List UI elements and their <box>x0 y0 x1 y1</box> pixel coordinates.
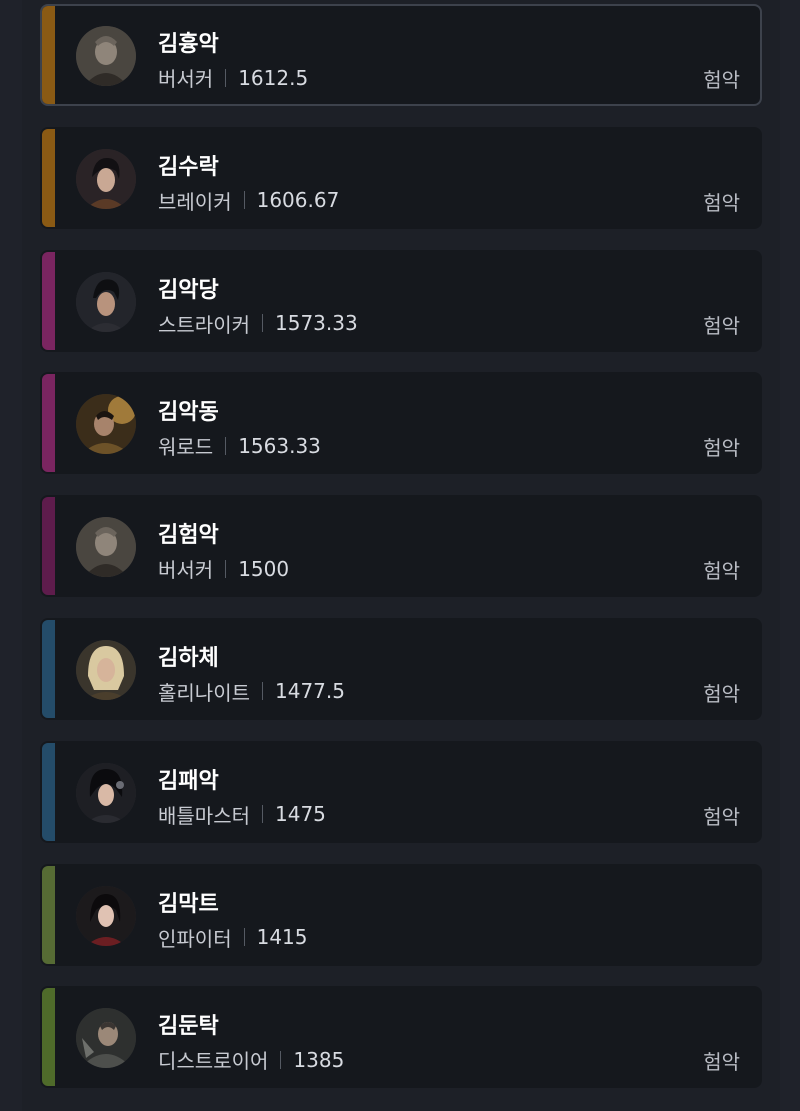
tier-stripe <box>42 619 55 718</box>
berserker-portrait-icon <box>76 26 136 86</box>
character-meta: 워로드 1563.33 <box>158 431 321 460</box>
character-card[interactable]: 김악동 워로드 1563.33 험악 <box>40 372 762 475</box>
meta-divider <box>243 928 245 947</box>
guild-tag: 험악 <box>703 313 740 338</box>
character-class: 홀리나이트 <box>158 680 250 705</box>
infighter-portrait-icon <box>76 885 136 946</box>
meta-divider <box>225 436 227 455</box>
character-meta: 홀리나이트 1477.5 <box>158 677 345 706</box>
tier-stripe <box>42 742 55 841</box>
item-level: 1385 <box>293 1047 345 1072</box>
tier-stripe <box>42 251 55 350</box>
character-class: 브레이커 <box>158 189 232 214</box>
tier-stripe <box>42 6 55 104</box>
item-level: 1612.5 <box>238 65 309 90</box>
tier-stripe <box>42 988 55 1087</box>
guild-tag: 험악 <box>703 68 740 92</box>
character-class: 디스트로이어 <box>158 1049 269 1074</box>
character-card[interactable]: 김수락 브레이커 1606.67 험악 <box>40 126 762 229</box>
character-meta: 디스트로이어 1385 <box>158 1045 344 1074</box>
meta-divider <box>225 559 227 578</box>
character-name: 김악동 <box>158 400 219 426</box>
meta-divider <box>262 805 263 824</box>
meta-divider <box>243 191 245 210</box>
character-name: 김험악 <box>158 523 219 549</box>
character-meta: 브레이커 1606.67 <box>158 186 339 215</box>
tier-stripe <box>42 497 55 596</box>
character-meta: 스트라이커 1573.33 <box>158 309 358 338</box>
item-level: 1606.67 <box>256 188 340 213</box>
character-meta: 버서커 1500 <box>158 554 289 583</box>
striker-portrait-icon <box>76 271 136 332</box>
character-class: 스트라이커 <box>158 312 250 337</box>
destroyer-portrait-icon <box>76 1008 136 1069</box>
character-card[interactable]: 김험악 버서커 1500 험악 <box>40 495 762 598</box>
item-level: 1477.5 <box>275 679 345 704</box>
holyknight-portrait-icon <box>76 639 136 700</box>
meta-divider <box>262 314 263 333</box>
guild-tag: 험악 <box>703 681 740 706</box>
item-level: 1500 <box>238 556 290 581</box>
character-card[interactable]: 김막트 인파이터 1415 <box>40 863 762 966</box>
character-name: 김둔탁 <box>158 1014 219 1040</box>
character-class: 배틀마스터 <box>158 803 250 828</box>
character-meta: 버서커 1612.5 <box>158 63 308 92</box>
guild-tag: 험악 <box>703 436 740 461</box>
item-level: 1415 <box>256 925 308 950</box>
item-level: 1563.33 <box>238 433 321 458</box>
character-card[interactable]: 김하체 홀리나이트 1477.5 험악 <box>40 617 762 720</box>
character-card[interactable]: 김악당 스트라이커 1573.33 험악 <box>40 249 762 352</box>
character-class: 버서커 <box>158 67 214 91</box>
meta-divider <box>280 1050 282 1069</box>
character-name: 김막트 <box>158 891 219 917</box>
character-class: 인파이터 <box>158 926 232 951</box>
character-class: 버서커 <box>158 558 214 583</box>
tier-stripe <box>42 865 55 964</box>
character-list: 김흉악 버서커 1612.5 험악 김수락 브레이커 1606.67 험악 김악… <box>40 4 762 1109</box>
breaker-portrait-icon <box>76 148 136 209</box>
character-name: 김패악 <box>158 768 219 794</box>
character-name: 김수락 <box>158 154 219 180</box>
character-meta: 인파이터 1415 <box>158 923 308 952</box>
meta-divider <box>262 682 263 701</box>
tier-stripe <box>42 374 55 473</box>
character-card[interactable]: 김흉악 버서커 1612.5 험악 <box>40 4 762 106</box>
character-name: 김악당 <box>158 277 219 303</box>
guild-tag: 험악 <box>703 190 740 215</box>
guild-tag: 험악 <box>703 804 740 829</box>
character-name: 김흉악 <box>158 32 219 57</box>
character-class: 워로드 <box>158 435 214 460</box>
guild-tag: 험악 <box>703 559 740 584</box>
character-meta: 배틀마스터 1475 <box>158 800 326 829</box>
warlord-portrait-icon <box>76 394 136 455</box>
item-level: 1573.33 <box>275 311 358 336</box>
character-card[interactable]: 김패악 배틀마스터 1475 험악 <box>40 740 762 843</box>
meta-divider <box>225 68 227 87</box>
guild-tag: 험악 <box>703 1050 740 1075</box>
battlemaster-portrait-icon <box>76 762 136 823</box>
item-level: 1475 <box>275 802 326 827</box>
berserker-portrait-icon <box>76 517 136 578</box>
character-name: 김하체 <box>158 645 219 671</box>
tier-stripe <box>42 128 55 227</box>
character-card[interactable]: 김둔탁 디스트로이어 1385 험악 <box>40 986 762 1089</box>
